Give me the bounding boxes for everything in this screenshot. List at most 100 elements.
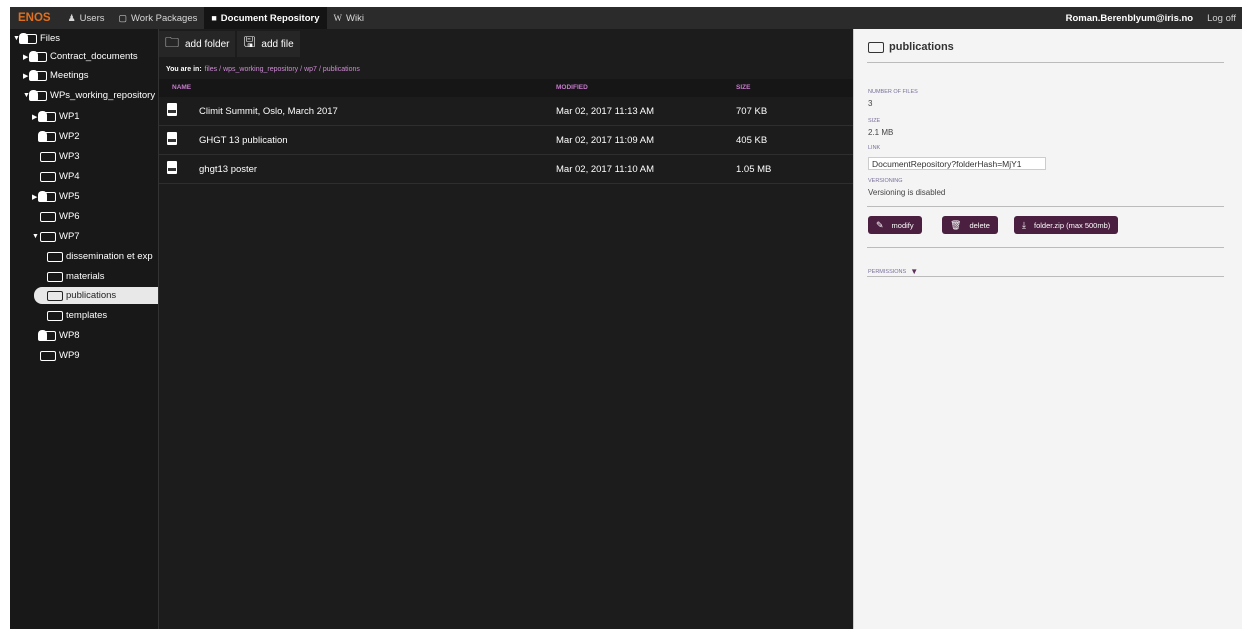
breadcrumb-wp7[interactable]: wp7 — [304, 66, 317, 73]
tree-item-wp1[interactable]: ▶ WP1 — [32, 108, 80, 125]
tree-label: Meetings — [50, 70, 89, 81]
add-folder-button[interactable]: 🗀 add folder — [159, 31, 236, 57]
tree-label: templates — [66, 310, 108, 321]
nav-users[interactable]: ♟ Users — [61, 7, 112, 29]
folder-icon — [40, 211, 56, 222]
breadcrumb-wps-working-repository[interactable]: wps_working_repository — [223, 66, 298, 73]
add-file-icon: 🖫 — [243, 34, 256, 50]
tree-label: WP9 — [59, 350, 80, 361]
folder-icon — [47, 271, 63, 282]
logoff-link[interactable]: Log off — [1207, 13, 1236, 24]
add-file-button[interactable]: 🖫 add file — [237, 31, 300, 57]
tree-label: WP1 — [59, 111, 80, 122]
details-folder-name: publications — [889, 41, 954, 53]
app-window: ENOS ♟ Users ▢ Work Packages ■ Document … — [10, 7, 1242, 629]
tree-item-templates[interactable]: templates — [47, 307, 107, 324]
file-name[interactable]: ghgt13 poster — [199, 164, 257, 175]
tree-label: WP7 — [59, 231, 80, 242]
pdf-file-icon — [167, 103, 177, 116]
details-title: publications — [868, 41, 954, 53]
link-label: LINK — [868, 145, 881, 151]
nav-work-packages-label: Work Packages — [131, 12, 198, 24]
tree-item-wp2[interactable]: WP2 — [38, 128, 80, 145]
table-row[interactable]: ghgt13 poster Mar 02, 2017 11:10 AM 1.05… — [159, 155, 853, 184]
tree-item-wp6[interactable]: WP6 — [40, 208, 80, 225]
modify-button[interactable]: ✎ modify — [868, 216, 922, 234]
tree-item-meetings[interactable]: ▶ Meetings — [23, 67, 89, 84]
folder-icon — [47, 251, 63, 262]
tree-item-dissemination[interactable]: dissemination et exp — [47, 248, 153, 265]
tree-item-contract-documents[interactable]: ▶ Contract_documents — [23, 48, 138, 65]
tree-item-publications[interactable]: publications — [34, 287, 158, 304]
divider — [867, 62, 1224, 63]
file-size: 1.05 MB — [736, 164, 772, 175]
pencil-icon: ✎ — [876, 219, 884, 230]
top-nav: ENOS ♟ Users ▢ Work Packages ■ Document … — [10, 7, 1242, 29]
nav-document-repository[interactable]: ■ Document Repository — [204, 7, 327, 29]
locked-folder-icon — [38, 190, 56, 202]
pdf-file-icon — [167, 161, 177, 174]
num-files-value: 3 — [868, 99, 873, 108]
header-name[interactable]: NAME — [172, 84, 191, 91]
table-row[interactable]: GHGT 13 publication Mar 02, 2017 11:09 A… — [159, 126, 853, 155]
breadcrumb-separator: / — [318, 65, 321, 73]
file-modified: Mar 02, 2017 11:10 AM — [556, 164, 655, 175]
file-toolbar: 🗀 add folder 🖫 add file — [159, 29, 853, 59]
divider — [867, 276, 1224, 277]
users-icon: ♟ — [67, 12, 76, 23]
folder-link-field[interactable]: DocumentRepository?folderHash=MjY1 — [868, 157, 1046, 170]
add-file-label: add file — [261, 38, 294, 50]
tree-item-wp7[interactable]: ▼ WP7 — [32, 228, 80, 245]
tree-item-wp4[interactable]: WP4 — [40, 168, 80, 185]
tree-item-files[interactable]: ▼ Files — [13, 30, 60, 47]
folder-icon — [47, 290, 63, 301]
file-name[interactable]: GHGT 13 publication — [199, 135, 288, 146]
header-modified[interactable]: MODIFIED — [556, 84, 588, 91]
expanded-triangle-icon[interactable]: ▼ — [32, 233, 39, 240]
nav-work-packages[interactable]: ▢ Work Packages — [111, 7, 204, 29]
wiki-icon: W — [333, 13, 343, 23]
tree-item-wp5[interactable]: ▶ WP5 — [32, 188, 80, 205]
locked-folder-icon — [29, 69, 47, 81]
versioning-value: Versioning is disabled — [868, 188, 946, 197]
size-value: 2.1 MB — [868, 128, 894, 137]
folder-details-panel: publications NUMBER OF FILES 3 SIZE 2.1 … — [853, 29, 1242, 629]
add-folder-icon: 🗀 — [165, 34, 179, 50]
tree-label: WP2 — [59, 131, 80, 142]
nav-document-repository-label: Document Repository — [220, 12, 320, 24]
tree-item-wp8[interactable]: WP8 — [38, 327, 80, 344]
tree-label: WP6 — [59, 211, 80, 222]
folder-icon — [40, 171, 56, 182]
calendar-icon: ▢ — [118, 12, 127, 23]
file-table: Climit Summit, Oslo, March 2017 Mar 02, … — [159, 97, 853, 184]
header-size[interactable]: SIZE — [736, 84, 750, 91]
nav-wiki[interactable]: W Wiki — [327, 7, 371, 29]
locked-folder-icon — [19, 32, 37, 44]
modify-label: modify — [891, 220, 914, 230]
table-row[interactable]: Climit Summit, Oslo, March 2017 Mar 02, … — [159, 97, 853, 126]
caret-down-icon: ▼ — [910, 267, 919, 276]
tree-label: publications — [66, 290, 117, 301]
delete-button[interactable]: 🗑 delete — [942, 216, 998, 234]
tree-label: WP5 — [59, 191, 80, 202]
tree-item-wp3[interactable]: WP3 — [40, 148, 80, 165]
locked-folder-icon — [38, 110, 56, 122]
file-name[interactable]: Climit Summit, Oslo, March 2017 — [199, 106, 338, 117]
locked-folder-icon — [29, 50, 47, 62]
tree-item-wps-working-repository[interactable]: ▼ WPs_working_repository — [23, 87, 155, 104]
brand-logo[interactable]: ENOS — [18, 12, 51, 24]
tree-item-wp9[interactable]: WP9 — [40, 347, 80, 364]
breadcrumb-files[interactable]: files — [205, 66, 217, 73]
nav-users-label: Users — [79, 12, 105, 24]
tree-item-materials[interactable]: materials — [47, 268, 105, 285]
file-table-header: NAME MODIFIED SIZE — [159, 79, 853, 97]
permissions-toggle[interactable]: PERMISSIONS ▼ — [868, 267, 918, 276]
top-right: Roman.Berenblyum@iris.no Log off — [1066, 13, 1242, 24]
size-label: SIZE — [868, 118, 881, 124]
download-zip-label: folder.zip (max 500mb) — [1033, 220, 1111, 230]
download-zip-button[interactable]: ⤓ folder.zip (max 500mb) — [1014, 216, 1119, 234]
user-name[interactable]: Roman.Berenblyum@iris.no — [1066, 13, 1194, 24]
breadcrumb-publications[interactable]: publications — [323, 66, 360, 73]
breadcrumb: You are in: files / wps_working_repositor… — [159, 59, 853, 79]
folder-icon — [40, 151, 56, 162]
